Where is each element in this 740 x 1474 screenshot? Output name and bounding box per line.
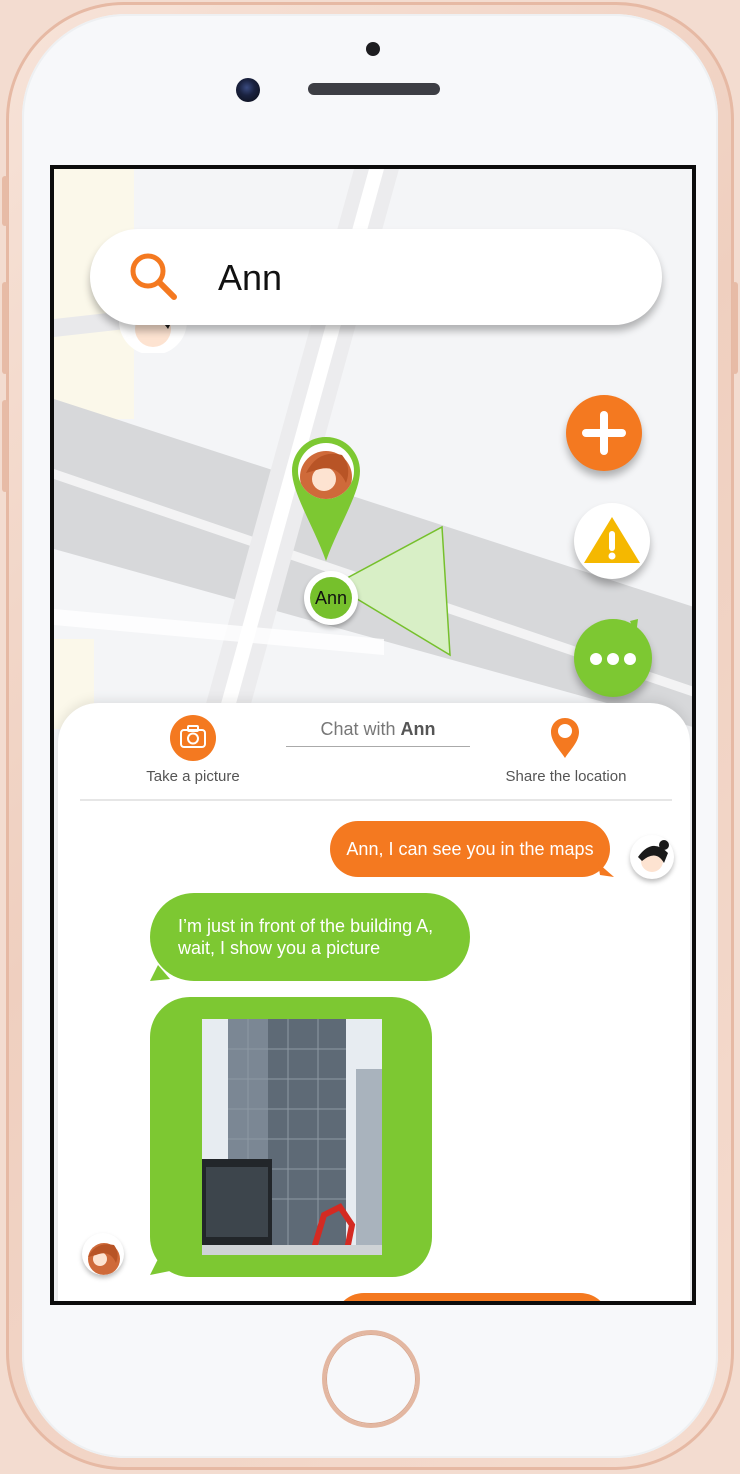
- search-bar[interactable]: Ann: [90, 229, 662, 325]
- warning-button[interactable]: [574, 503, 650, 579]
- chat-title-prefix: Chat with: [320, 719, 401, 739]
- plus-icon: [582, 411, 626, 455]
- more-button[interactable]: [574, 619, 652, 697]
- warning-icon: [584, 517, 640, 563]
- take-picture-label[interactable]: Take a picture: [128, 768, 258, 785]
- ann-location-pin[interactable]: [290, 435, 362, 565]
- marker-label: Ann: [310, 577, 352, 619]
- camera-icon: [180, 725, 206, 748]
- bubble-tail: [150, 1259, 170, 1275]
- building-photo[interactable]: [202, 1019, 382, 1255]
- power-button: [732, 282, 738, 374]
- chat-title-name: Ann: [400, 719, 436, 739]
- message-text: I’m just in front of the building A, wai…: [178, 916, 434, 958]
- search-icon[interactable]: [128, 251, 180, 303]
- chat-panel: Take a picture Chat with Ann Share the l…: [58, 703, 690, 1301]
- proximity-sensor: [366, 42, 380, 56]
- chat-divider: [80, 799, 672, 801]
- current-location-marker[interactable]: Ann: [304, 571, 358, 625]
- front-camera: [236, 78, 260, 102]
- ann-avatar: [298, 443, 354, 499]
- message-bubble-outgoing[interactable]: Ann, I can see you in the maps: [330, 821, 610, 877]
- message-bubble-incoming[interactable]: I’m just in front of the building A, wai…: [150, 893, 470, 981]
- chat-title: Chat with Ann: [286, 719, 470, 747]
- mute-switch: [2, 176, 8, 226]
- map-view[interactable]: Ann Ann: [54, 169, 692, 729]
- bubble-tail: [150, 965, 170, 981]
- search-input[interactable]: Ann: [218, 257, 282, 299]
- app-screen: Ann Ann Take a picture Chat with Ann Sha…: [50, 165, 696, 1305]
- bubble-tail: [598, 863, 614, 877]
- take-picture-button[interactable]: [170, 715, 216, 761]
- add-button[interactable]: [566, 395, 642, 471]
- ann-chat-avatar: [82, 1233, 124, 1275]
- more-icon: [590, 619, 638, 665]
- home-button[interactable]: [322, 1330, 420, 1428]
- message-bubble-outgoing-partial[interactable]: [334, 1293, 610, 1301]
- volume-down-button: [2, 400, 8, 492]
- message-text: Ann, I can see you in the maps: [346, 839, 594, 859]
- my-avatar: [630, 835, 674, 879]
- volume-up-button: [2, 282, 8, 374]
- share-location-label[interactable]: Share the location: [488, 768, 644, 785]
- location-pin-icon[interactable]: [550, 717, 580, 759]
- earpiece-speaker: [308, 83, 440, 95]
